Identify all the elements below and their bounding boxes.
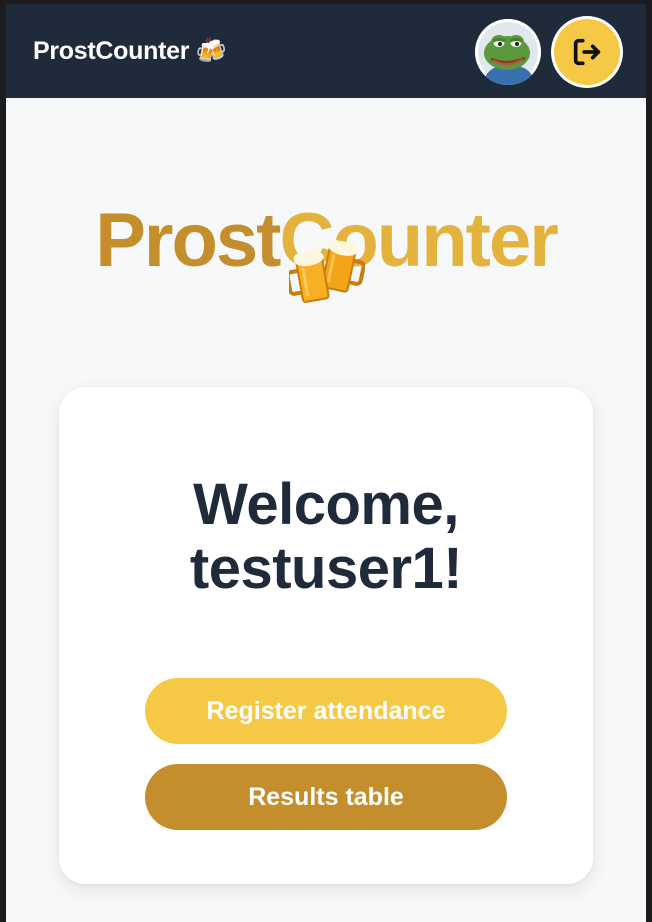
welcome-card: Welcome, testuser1! Register attendance … (59, 387, 593, 884)
logout-button[interactable] (554, 19, 620, 85)
welcome-heading: Welcome, testuser1! (59, 473, 593, 601)
welcome-username: testuser1! (189, 535, 463, 601)
beer-mugs-icon (285, 234, 366, 306)
welcome-line-1: Welcome, (193, 472, 459, 537)
register-attendance-button[interactable]: Register attendance (145, 678, 507, 744)
hero-title-part1: Prost (95, 197, 281, 283)
navbar: ProstCounter 🍻 (6, 4, 646, 98)
logout-icon (573, 38, 601, 66)
frog-avatar-icon[interactable] (475, 19, 541, 85)
results-table-button[interactable]: Results table (145, 764, 507, 830)
brand-title[interactable]: ProstCounter 🍻 (33, 37, 227, 66)
app-frame: ProstCounter 🍻 ProstCounter Welcome, tes… (6, 4, 646, 922)
